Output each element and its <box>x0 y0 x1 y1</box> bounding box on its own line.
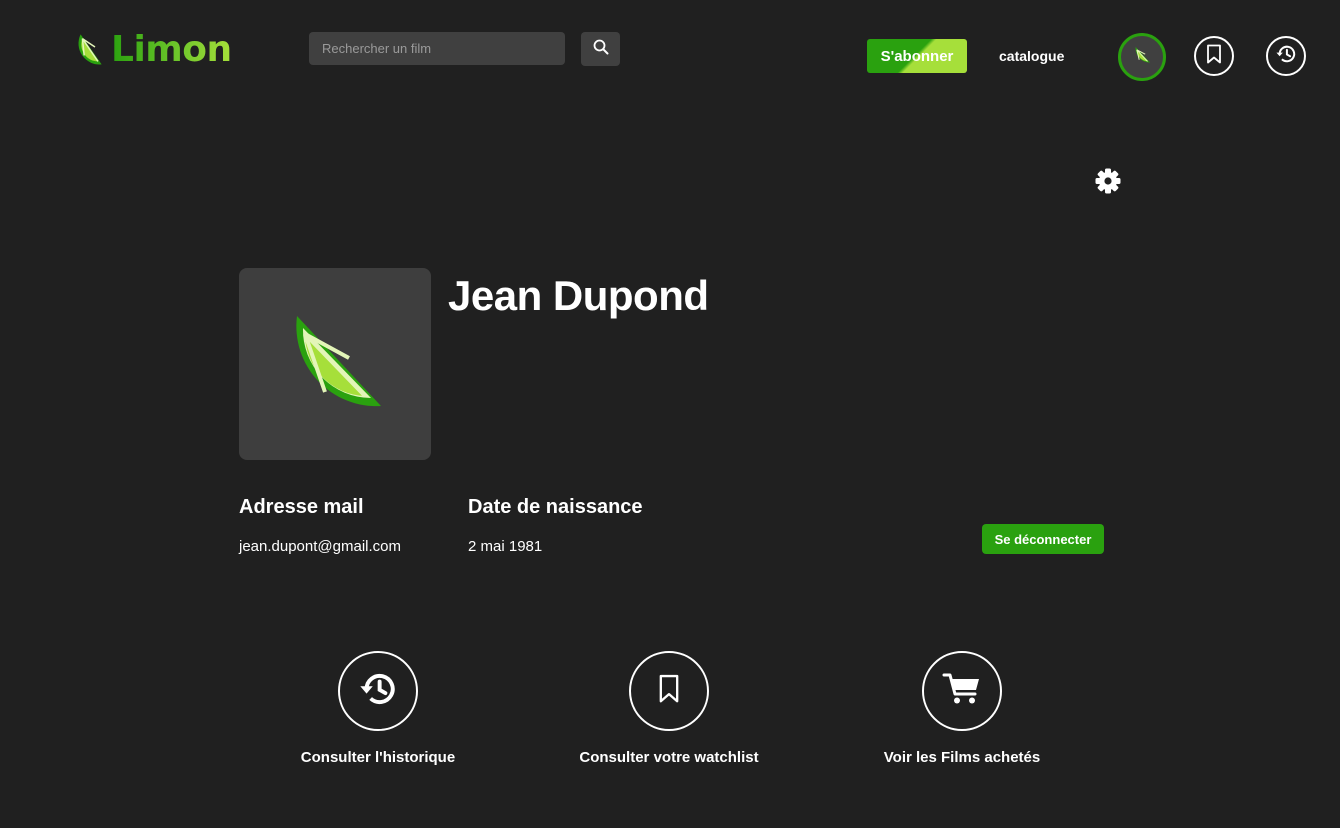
watchlist-action[interactable]: Consulter votre watchlist <box>549 651 789 768</box>
subscribe-button[interactable]: S'abonner <box>867 39 967 73</box>
purchased-action[interactable]: Voir les Films achetés <box>842 651 1082 768</box>
search-button[interactable] <box>581 32 620 66</box>
cart-icon <box>942 672 982 711</box>
lime-icon <box>1132 45 1152 70</box>
birthdate-label: Date de naissance <box>468 496 643 518</box>
history-action-circle[interactable] <box>338 651 418 731</box>
logout-button[interactable]: Se déconnecter <box>982 524 1104 554</box>
search-input[interactable] <box>309 32 565 65</box>
bookmark-icon <box>658 674 680 709</box>
history-icon <box>1275 44 1297 69</box>
history-action[interactable]: Consulter l'historique <box>258 651 498 768</box>
search-icon <box>593 39 609 60</box>
profile-page: Limon S'abonner catalogue <box>0 0 1340 828</box>
email-value: jean.dupont@gmail.com <box>239 538 401 555</box>
user-name: Jean Dupond <box>448 272 709 319</box>
birthdate-value: 2 mai 1981 <box>468 538 543 555</box>
purchased-action-label: Voir les Films achetés <box>883 749 1041 766</box>
history-icon <box>358 671 398 712</box>
watchlist-action-circle[interactable] <box>629 651 709 731</box>
watchlist-action-label: Consulter votre watchlist <box>579 749 759 766</box>
brand-name: Limon <box>111 29 232 70</box>
watchlist-nav-button[interactable] <box>1194 36 1234 76</box>
catalogue-link[interactable]: catalogue <box>999 48 1064 64</box>
bookmark-icon <box>1206 44 1222 69</box>
purchased-action-circle[interactable] <box>922 651 1002 731</box>
email-label: Adresse mail <box>239 496 364 518</box>
gear-icon <box>1094 168 1122 199</box>
settings-button[interactable] <box>1094 167 1122 195</box>
brand-logo[interactable]: Limon <box>74 30 232 70</box>
profile-picture <box>239 268 431 460</box>
lime-icon <box>285 312 385 417</box>
lime-icon <box>74 32 104 68</box>
profile-avatar-button[interactable] <box>1118 33 1166 81</box>
history-action-label: Consulter l'historique <box>300 749 456 766</box>
history-nav-button[interactable] <box>1266 36 1306 76</box>
